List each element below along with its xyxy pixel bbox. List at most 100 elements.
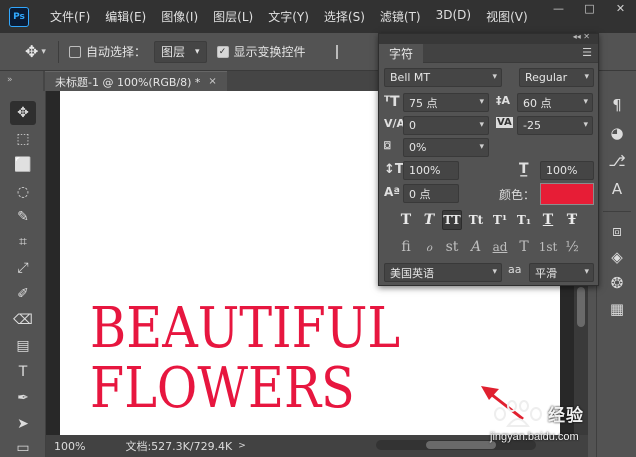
expand-panel-icon[interactable]: » <box>7 75 13 85</box>
menu-image[interactable]: 图像(I) <box>161 8 198 25</box>
close-tab-icon[interactable]: × <box>208 76 216 87</box>
color-label: 颜色： <box>499 188 536 202</box>
type-tool-icon[interactable]: T <box>13 362 33 382</box>
auto-select-target-select[interactable]: 图层 ▾ <box>153 40 207 63</box>
ordinals-button[interactable]: 1st <box>538 237 558 257</box>
eyedropper-tool-icon[interactable]: ⤢ <box>13 258 33 278</box>
watermark: 经验 jingyan.baidu.com <box>490 398 636 457</box>
artboard-tool-icon[interactable]: ⬚ <box>13 129 33 149</box>
crop-tool-icon[interactable]: ⌗ <box>13 232 33 252</box>
tab-character[interactable]: 字符 <box>379 44 424 63</box>
kerning-field[interactable]: 0 ▾ <box>403 116 489 135</box>
baseline-shift-value: 0 点 <box>409 187 431 201</box>
tracking-field[interactable]: -25 ▾ <box>517 116 593 135</box>
marquee-tool-icon[interactable]: ⬜ <box>13 155 33 175</box>
quick-select-tool-icon[interactable]: ✎ <box>13 207 33 227</box>
canvas-text-line2[interactable]: FLOWERS <box>90 361 355 417</box>
brush-tool-icon[interactable]: ✐ <box>13 284 33 304</box>
status-menu-icon[interactable]: > <box>238 441 246 451</box>
menu-select[interactable]: 选择(S) <box>324 8 365 25</box>
align-left-icon[interactable] <box>335 44 350 59</box>
font-family-select[interactable]: Bell MT ▾ <box>384 68 502 87</box>
panel-menu-icon[interactable]: ☰ <box>582 46 592 59</box>
kerning-value: 0 <box>409 119 416 132</box>
menu-type[interactable]: 文字(Y) <box>268 8 309 25</box>
menu-edit[interactable]: 编辑(E) <box>105 8 146 25</box>
vertical-scale-field[interactable]: 100% <box>403 161 459 180</box>
menu-3d[interactable]: 3D(D) <box>436 8 471 25</box>
eraser-tool-icon[interactable]: ⌫ <box>13 310 33 330</box>
paths-icon[interactable]: ⎇ <box>607 151 627 171</box>
stylistic-alternates-button[interactable]: ad <box>490 237 510 257</box>
panel-header: ◂◂ ✕ <box>379 32 598 44</box>
antialias-select[interactable]: 平滑 ▾ <box>529 263 594 282</box>
font-style-select[interactable]: Regular ▾ <box>519 68 594 87</box>
channels-icon[interactable]: ❂ <box>607 273 627 293</box>
glyphs-icon[interactable]: A <box>607 179 627 199</box>
document-tab[interactable]: 未标题-1 @ 100%(RGB/8) * × <box>45 71 227 91</box>
horizontal-scroll-thumb[interactable] <box>426 441 496 449</box>
discretionary-ligatures-button[interactable]: st <box>442 237 462 257</box>
collapse-panel-icon[interactable]: ◂◂ ✕ <box>573 32 590 41</box>
tsume-field[interactable]: 0% ▾ <box>403 138 489 157</box>
document-tab-title: 未标题-1 @ 100%(RGB/8) * <box>55 75 201 89</box>
all-caps-button[interactable]: TT <box>442 210 462 230</box>
font-style-value: Regular <box>525 71 568 84</box>
strikethrough-button[interactable]: Ŧ <box>562 210 582 230</box>
maximize-button[interactable]: □ <box>574 0 605 17</box>
faux-bold-button[interactable]: T <box>396 210 416 230</box>
zoom-level[interactable]: 100% <box>54 440 85 453</box>
menu-filter[interactable]: 滤镜(T) <box>380 8 421 25</box>
minimize-button[interactable]: — <box>543 0 574 17</box>
auto-select-checkbox[interactable] <box>68 45 81 58</box>
chevron-down-icon: ▾ <box>479 97 484 107</box>
tsume-icon: ⌼ <box>384 139 391 152</box>
move-tool-icon[interactable]: ✥ <box>10 101 36 125</box>
document-size: 文档:527.3K/729.4K <box>125 440 233 453</box>
horizontal-scale-field[interactable]: 100% <box>540 161 594 180</box>
menu-bar: Ps 文件(F) 编辑(E) 图像(I) 图层(L) 文字(Y) 选择(S) 滤… <box>0 0 636 33</box>
fractions-button[interactable]: ½ <box>562 237 582 257</box>
ligatures-button[interactable]: fi <box>396 237 416 257</box>
document-tab-bar: » 未标题-1 @ 100%(RGB/8) * × <box>7 71 383 91</box>
leading-field[interactable]: 60 点 ▾ <box>517 93 593 112</box>
close-window-button[interactable]: ✕ <box>605 0 636 17</box>
menu-layer[interactable]: 图层(L) <box>213 8 253 25</box>
antialias-icon: aa <box>508 263 522 276</box>
menu-view[interactable]: 视图(V) <box>486 8 528 25</box>
paragraph-icon[interactable]: ¶ <box>607 95 627 115</box>
subscript-button[interactable]: T₁ <box>514 210 534 230</box>
grid-icon[interactable]: ▦ <box>607 299 627 319</box>
canvas-text-line1[interactable]: BEAUTIFUL <box>90 301 400 357</box>
shape-tool-icon[interactable]: ▭ <box>13 438 33 457</box>
gradient-tool-icon[interactable]: ▤ <box>13 336 33 356</box>
tool-preset-dropdown-icon[interactable]: ▾ <box>41 47 46 57</box>
small-caps-button[interactable]: Tt <box>466 210 486 230</box>
vertical-scroll-thumb[interactable] <box>577 287 585 327</box>
baseline-shift-icon: Aª <box>384 185 401 199</box>
path-select-tool-icon[interactable]: ➤ <box>13 414 33 434</box>
language-select[interactable]: 美国英语 ▾ <box>384 263 502 282</box>
layers-icon[interactable]: ◈ <box>607 247 627 267</box>
pen-tool-icon[interactable]: ✒ <box>13 388 33 408</box>
lasso-tool-icon[interactable]: ◌ <box>13 182 33 202</box>
swatches-palette-icon[interactable]: ◕ <box>607 123 627 143</box>
titling-alternates-button[interactable]: T <box>514 237 534 257</box>
underline-button[interactable]: T <box>538 210 558 230</box>
3d-icon[interactable]: ⧈ <box>607 221 627 241</box>
tools-panel: ✥ ⬚ ⬜ ◌ ✎ ⌗ ⤢ ✐ ⌫ ▤ T ✒ ➤ ▭ <box>0 91 46 457</box>
show-transform-checkbox[interactable]: ✓ <box>216 45 229 58</box>
baseline-shift-field[interactable]: 0 点 <box>403 184 459 203</box>
font-family-value: Bell MT <box>390 71 431 84</box>
menu-file[interactable]: 文件(F) <box>50 8 90 25</box>
faux-italic-button[interactable]: T <box>419 210 439 230</box>
window-controls: — □ ✕ <box>543 0 636 17</box>
language-value: 美国英语 <box>390 266 434 280</box>
antialias-value: 平滑 <box>535 266 557 280</box>
contextual-alternates-button[interactable]: ℴ <box>419 237 439 257</box>
move-tool-icon[interactable]: ✥ <box>25 42 38 61</box>
swash-button[interactable]: A <box>466 237 486 257</box>
font-size-field[interactable]: 75 点 ▾ <box>403 93 489 112</box>
superscript-button[interactable]: T¹ <box>490 210 510 230</box>
text-color-swatch[interactable] <box>540 183 594 205</box>
